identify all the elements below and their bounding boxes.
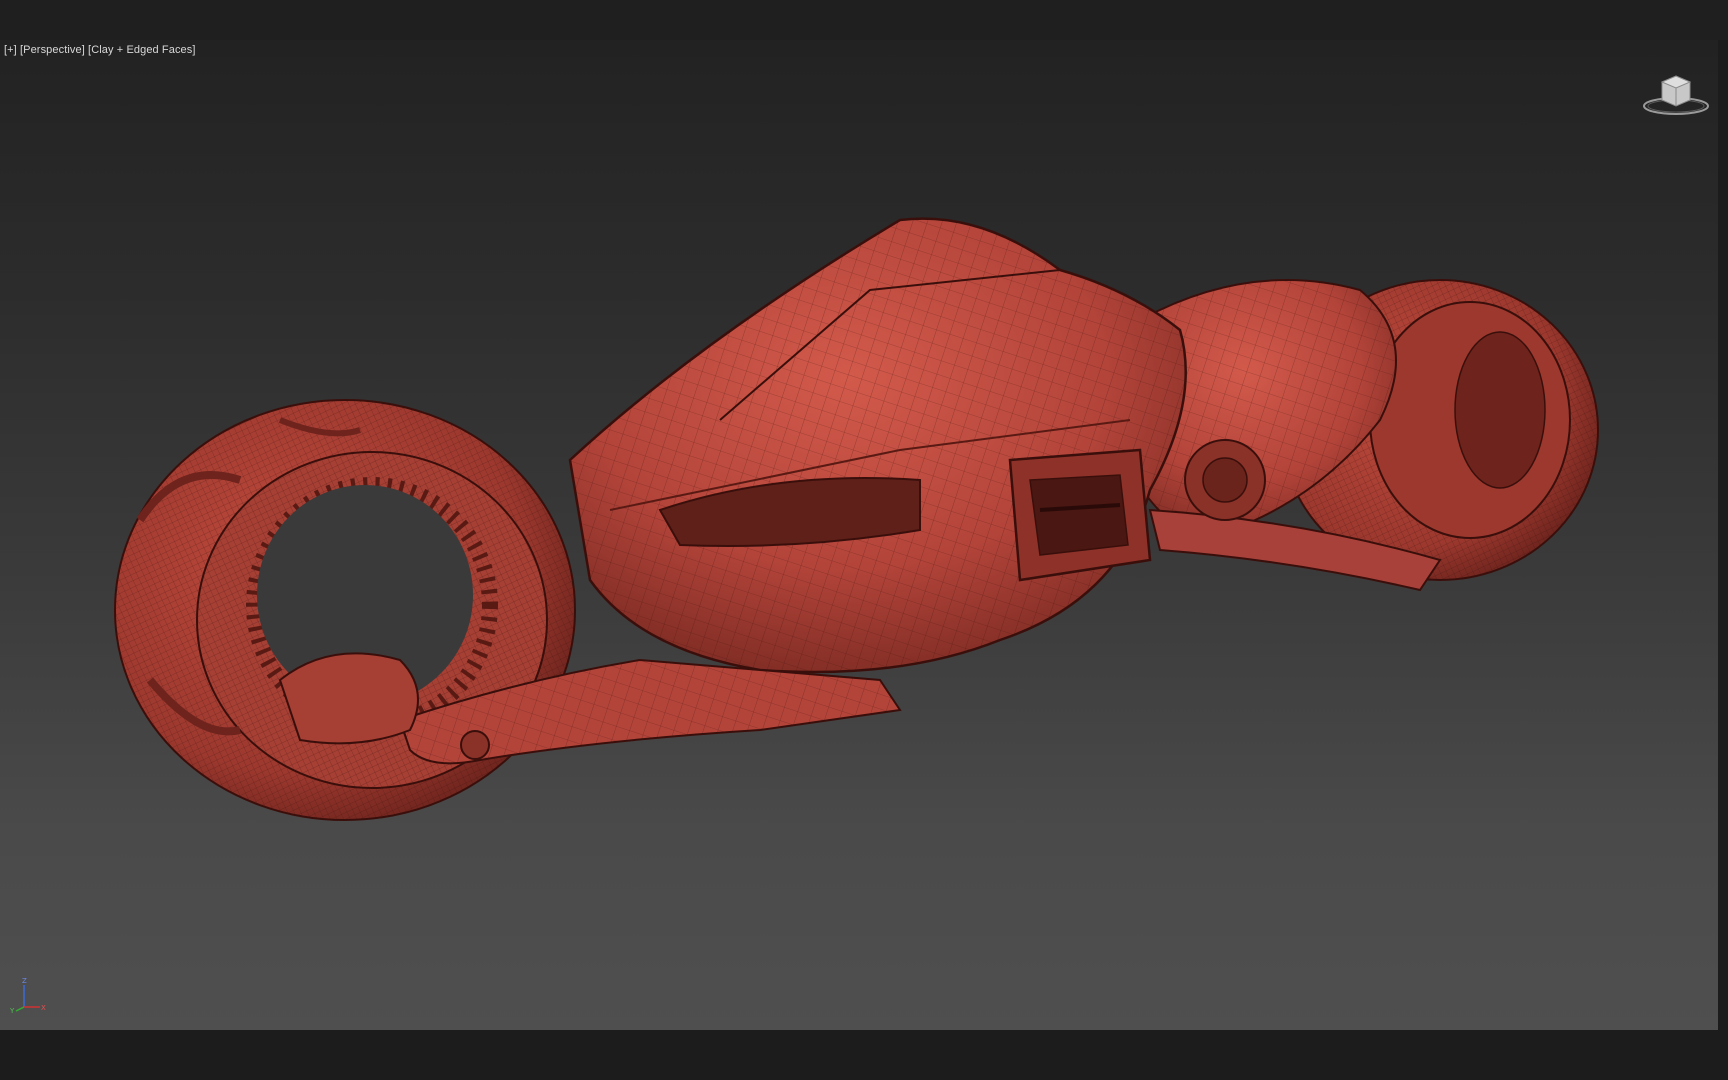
axis-z-label: Z (22, 977, 27, 985)
viewport-menu-plus[interactable]: [+] (4, 44, 17, 56)
perspective-viewport[interactable]: [+] [Perspective] [Clay + Edged Faces] Z… (0, 40, 1718, 1030)
bottom-bar (0, 1030, 1728, 1080)
viewport-label: [+] [Perspective] [Clay + Edged Faces] (4, 44, 196, 56)
main-body[interactable] (568, 217, 1187, 674)
front-wheel[interactable] (114, 399, 576, 821)
viewport-shading-mode[interactable]: [Clay + Edged Faces] (88, 44, 195, 56)
axis-y-label: Y (9, 1007, 15, 1015)
top-bar (0, 0, 1728, 40)
right-gutter (1718, 40, 1728, 1030)
viewcube-icon[interactable] (1640, 70, 1712, 118)
axis-tripod-icon: Z X Y (9, 977, 46, 1015)
viewport-point-of-view[interactable]: [Perspective] (20, 44, 85, 56)
axis-x-label: X (41, 1004, 46, 1012)
motorcycle-model[interactable] (0, 40, 1718, 1030)
